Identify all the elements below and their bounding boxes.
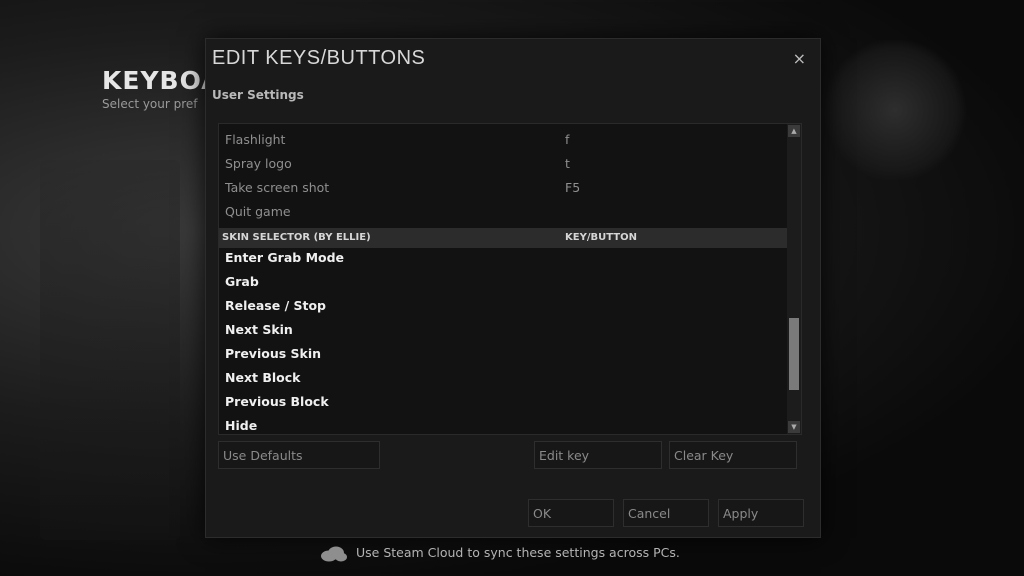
close-icon[interactable]: × (793, 49, 806, 68)
binding-row[interactable]: Previous Block (225, 392, 329, 412)
clear-key-button[interactable]: Clear Key (669, 441, 797, 469)
binding-row[interactable]: Take screen shot F5 (225, 178, 580, 198)
binding-key: t (565, 156, 570, 171)
game-logo (820, 40, 970, 180)
cloud-icon (321, 546, 347, 562)
binding-action: Next Skin (225, 322, 293, 337)
ok-button[interactable]: OK (528, 499, 614, 527)
binding-row[interactable]: Next Block (225, 368, 300, 388)
binding-action: Flashlight (225, 132, 286, 147)
use-defaults-button[interactable]: Use Defaults (218, 441, 380, 469)
binding-row[interactable]: Grab (225, 272, 259, 292)
binding-action: Next Block (225, 370, 301, 385)
binding-action: Spray logo (225, 156, 292, 171)
background-figure (40, 160, 180, 540)
section-label: User Settings (212, 88, 304, 102)
binding-row[interactable]: Enter Grab Mode (225, 248, 344, 268)
scrollbar[interactable]: ▲ ▼ (787, 124, 801, 434)
binding-row[interactable]: Previous Skin (225, 344, 321, 364)
scroll-up-icon[interactable]: ▲ (788, 125, 800, 137)
binding-action: Grab (225, 274, 259, 289)
scroll-down-icon[interactable]: ▼ (788, 421, 800, 433)
list-section-header: SKIN SELECTOR (BY ELLIE) KEY/BUTTON (219, 228, 793, 248)
edit-key-button[interactable]: Edit key (534, 441, 662, 469)
edit-keys-dialog: EDIT KEYS/BUTTONS × User Settings Flashl… (205, 38, 821, 538)
binding-action: Release / Stop (225, 298, 327, 313)
binding-key: f (565, 132, 570, 147)
apply-button[interactable]: Apply (718, 499, 804, 527)
binding-row[interactable]: Release / Stop (225, 296, 326, 316)
cancel-button[interactable]: Cancel (623, 499, 709, 527)
binding-action: Take screen shot (225, 180, 330, 195)
binding-row[interactable]: Next Skin (225, 320, 293, 340)
binding-row[interactable]: Flashlight f (225, 130, 569, 150)
dialog-title: EDIT KEYS/BUTTONS (212, 47, 426, 69)
binding-action: Previous Skin (225, 346, 322, 361)
binding-row[interactable]: Hide (225, 416, 258, 434)
binding-action: Quit game (225, 204, 291, 219)
key-binding-list[interactable]: Flashlight f Spray logo t Take screen sh… (218, 123, 802, 435)
binding-action: Enter Grab Mode (225, 250, 345, 265)
binding-action: Hide (225, 418, 258, 433)
binding-action: Previous Block (225, 394, 329, 409)
header-action-column: SKIN SELECTOR (BY ELLIE) (222, 232, 371, 243)
steam-cloud-note: Use Steam Cloud to sync these settings a… (356, 545, 680, 560)
background-title: KEYBOA (102, 66, 222, 95)
binding-row[interactable]: Quit game (225, 202, 291, 222)
background-subtitle: Select your pref (102, 97, 198, 111)
header-key-column: KEY/BUTTON (565, 232, 637, 243)
binding-key: F5 (565, 180, 581, 195)
scrollbar-thumb[interactable] (789, 318, 799, 390)
binding-row[interactable]: Spray logo t (225, 154, 570, 174)
